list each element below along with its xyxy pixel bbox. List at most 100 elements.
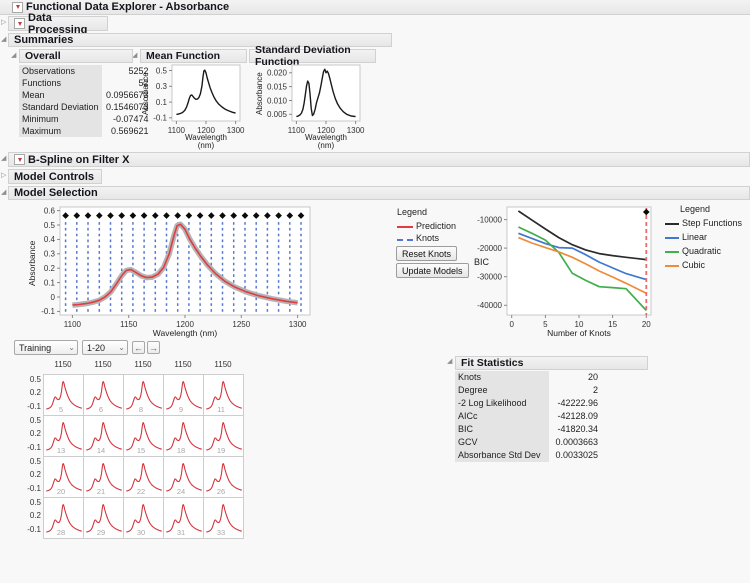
training-function-cell[interactable]: 20 bbox=[43, 456, 84, 498]
red-triangle-menu-icon[interactable] bbox=[14, 18, 25, 29]
update-models-button[interactable]: Update Models bbox=[396, 263, 469, 278]
svg-text:0.1: 0.1 bbox=[44, 278, 56, 287]
svg-text:0.015: 0.015 bbox=[267, 82, 288, 91]
training-function-cell[interactable]: 28 bbox=[43, 497, 84, 539]
chevron-down-icon: ⌄ bbox=[68, 343, 75, 352]
training-function-cell[interactable]: 31 bbox=[163, 497, 204, 539]
reset-knots-button[interactable]: Reset Knots bbox=[396, 246, 458, 261]
svg-text:-10000: -10000 bbox=[477, 215, 502, 224]
stat-label: Mean bbox=[19, 89, 102, 101]
training-function-cell[interactable]: 29 bbox=[83, 497, 124, 539]
disclosure-expanded-icon[interactable]: ◢ bbox=[11, 52, 16, 59]
training-function-cell[interactable]: 30 bbox=[123, 497, 164, 539]
training-function-cell[interactable]: 33 bbox=[203, 497, 244, 539]
section-bspline[interactable]: B-Spline on Filter X bbox=[8, 152, 750, 167]
disclosure-collapsed-icon[interactable]: ▷ bbox=[1, 172, 6, 179]
section-data-processing[interactable]: Data Processing bbox=[8, 12, 108, 36]
training-function-cell[interactable]: 26 bbox=[203, 456, 244, 498]
svg-text:0: 0 bbox=[51, 293, 56, 302]
training-function-cell[interactable]: 21 bbox=[83, 456, 124, 498]
x-axis-label: Wavelength (nm) bbox=[152, 328, 218, 338]
function-id-label: 8 bbox=[138, 405, 144, 414]
grid-ytick-label: -0.1 bbox=[27, 484, 41, 493]
section-fit-statistics[interactable]: Fit Statistics bbox=[455, 356, 648, 370]
svg-text:0.6: 0.6 bbox=[44, 206, 56, 215]
section-sd-function[interactable]: Standard Deviation Function bbox=[249, 44, 376, 68]
section-label: Model Controls bbox=[14, 170, 95, 183]
legend-entry-quadratic: Quadratic bbox=[682, 246, 722, 256]
function-range-dropdown[interactable]: 1-20 ⌄ bbox=[82, 340, 128, 355]
training-grid: 1150 1150 1150 1150 1150 0.5 0.2 -0.1 5 6 8 9 11 0.5 0… bbox=[24, 360, 246, 542]
arrow-right-icon: → bbox=[149, 342, 158, 353]
grid-ytick-label: -0.1 bbox=[27, 525, 41, 534]
section-label: Summaries bbox=[14, 34, 74, 46]
overall-summary-table: Observations 5252 Functions 52 Mean 0.09566… bbox=[19, 65, 152, 137]
prediction-line-swatch bbox=[397, 226, 413, 228]
prev-page-button[interactable]: ← bbox=[132, 341, 145, 354]
red-triangle-menu-icon[interactable] bbox=[14, 154, 25, 165]
section-label: Data Processing bbox=[28, 11, 88, 36]
svg-text:0.020: 0.020 bbox=[267, 69, 288, 78]
training-function-cell[interactable]: 8 bbox=[123, 374, 164, 416]
function-id-label: 14 bbox=[96, 446, 106, 455]
grid-col-header: 1150 bbox=[94, 360, 112, 369]
grid-col-header: 1150 bbox=[214, 360, 232, 369]
svg-text:0.5: 0.5 bbox=[44, 221, 56, 230]
disclosure-collapsed-icon[interactable]: ▷ bbox=[1, 19, 6, 26]
disclosure-expanded-icon[interactable]: ◢ bbox=[447, 358, 452, 365]
function-id-label: 18 bbox=[176, 446, 186, 455]
disclosure-expanded-icon[interactable]: ◢ bbox=[1, 189, 6, 196]
training-function-cell[interactable]: 24 bbox=[163, 456, 204, 498]
next-page-button[interactable]: → bbox=[147, 341, 160, 354]
disclosure-expanded-icon[interactable]: ◢ bbox=[1, 36, 6, 43]
function-id-label: 21 bbox=[96, 487, 106, 496]
training-function-cell[interactable]: 15 bbox=[123, 415, 164, 457]
function-id-label: 29 bbox=[96, 528, 106, 537]
legend-entry-prediction: Prediction bbox=[416, 221, 457, 231]
training-set-value: Training bbox=[19, 342, 52, 353]
section-overall[interactable]: Overall bbox=[19, 49, 133, 63]
training-function-cell[interactable]: 11 bbox=[203, 374, 244, 416]
stat-label: -2 Log Likelihood bbox=[455, 397, 549, 410]
legend-entry-cubic: Cubic bbox=[682, 260, 706, 270]
stat-value: -42222.96 bbox=[557, 398, 598, 408]
grid-ytick-label: 0.5 bbox=[29, 498, 41, 507]
stat-label: Functions bbox=[19, 77, 102, 89]
disclosure-expanded-icon[interactable]: ◢ bbox=[1, 155, 6, 162]
training-function-cell[interactable]: 22 bbox=[123, 456, 164, 498]
training-set-dropdown[interactable]: Training ⌄ bbox=[14, 340, 78, 355]
training-function-cell[interactable]: 13 bbox=[43, 415, 84, 457]
grid-ytick-label: 0.5 bbox=[29, 375, 41, 384]
function-id-label: 19 bbox=[216, 446, 226, 455]
section-model-controls[interactable]: Model Controls bbox=[8, 169, 102, 184]
grid-ytick-label: 0.5 bbox=[29, 457, 41, 466]
section-mean-function[interactable]: Mean Function bbox=[140, 49, 247, 63]
svg-text:0.3: 0.3 bbox=[156, 82, 168, 91]
training-function-cell[interactable]: 14 bbox=[83, 415, 124, 457]
svg-text:-30000: -30000 bbox=[477, 273, 502, 282]
stat-label: AICc bbox=[455, 410, 549, 423]
svg-text:0.5: 0.5 bbox=[156, 66, 168, 75]
stat-label: Observations bbox=[19, 65, 102, 77]
function-id-label: 22 bbox=[136, 487, 146, 496]
red-triangle-menu-icon[interactable] bbox=[12, 1, 23, 13]
legend-title: Legend bbox=[397, 207, 428, 217]
mean-function-plot: 0.50.30.1-0.11100 1200 1300 bbox=[153, 64, 245, 135]
x-axis-label-units: (nm) bbox=[317, 141, 335, 150]
model-selection-plot[interactable]: 0.60.50.40.30.20.10-0.11100 1150 1200 1250 1… bbox=[26, 202, 318, 342]
training-function-cell[interactable]: 9 bbox=[163, 374, 204, 416]
section-model-selection[interactable]: Model Selection bbox=[8, 186, 750, 200]
legend-title: Legend bbox=[680, 204, 711, 214]
training-function-cell[interactable]: 6 bbox=[83, 374, 124, 416]
stat-value: 2 bbox=[592, 385, 598, 395]
function-id-label: 15 bbox=[136, 446, 146, 455]
grid-ytick-label: 0.5 bbox=[29, 416, 41, 425]
stat-label: Minimum bbox=[19, 113, 102, 125]
training-function-cell[interactable]: 19 bbox=[203, 415, 244, 457]
report-title-bar[interactable]: Functional Data Explorer - Absorbance bbox=[0, 0, 750, 15]
legend-entry-linear: Linear bbox=[682, 232, 708, 242]
training-function-cell[interactable]: 18 bbox=[163, 415, 204, 457]
chevron-down-icon: ⌄ bbox=[118, 343, 125, 352]
training-function-cell[interactable]: 5 bbox=[43, 374, 84, 416]
bic-plot[interactable]: -10000-20000-30000-400000 5 10 15 20 bbox=[463, 202, 659, 342]
